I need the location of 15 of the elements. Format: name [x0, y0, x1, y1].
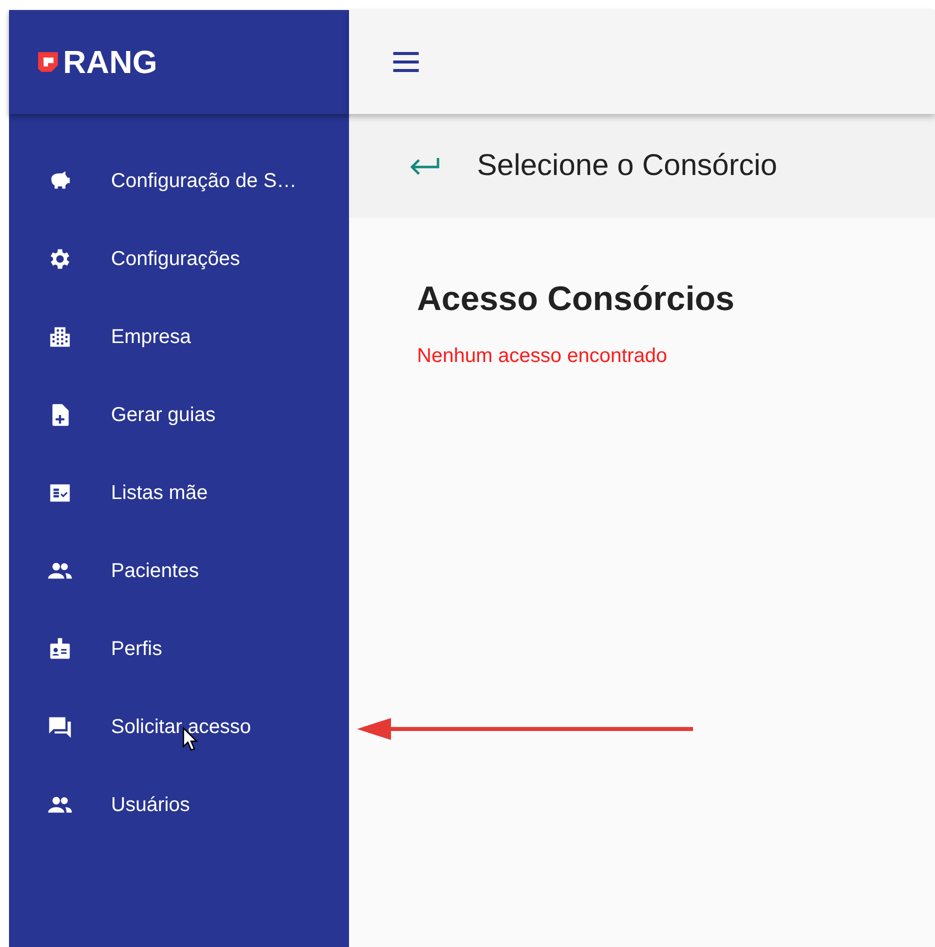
- sidebar-item[interactable]: Empresa: [9, 298, 349, 376]
- empty-message: Nenhum acesso encontrado: [417, 345, 668, 368]
- sidebar-item[interactable]: Configuração de S…: [9, 142, 349, 220]
- back-arrow-icon[interactable]: [409, 156, 441, 176]
- sidebar-item[interactable]: Usuários: [9, 766, 349, 844]
- section-heading: Acesso Consórcios: [417, 280, 736, 319]
- logo-icon: [37, 51, 59, 73]
- sidebar-item[interactable]: Listas mãe: [9, 454, 349, 532]
- logo-text: RANG: [63, 44, 158, 80]
- sidebar-item[interactable]: Gerar guias: [9, 376, 349, 454]
- sidebar-item[interactable]: Solicitar acesso: [9, 688, 349, 766]
- page-title: Selecione o Consórcio: [477, 149, 778, 183]
- sidebar-item[interactable]: Perfis: [9, 610, 349, 688]
- sidebar-item[interactable]: Configurações: [9, 220, 349, 298]
- sidebar-item[interactable]: Pacientes: [9, 532, 349, 610]
